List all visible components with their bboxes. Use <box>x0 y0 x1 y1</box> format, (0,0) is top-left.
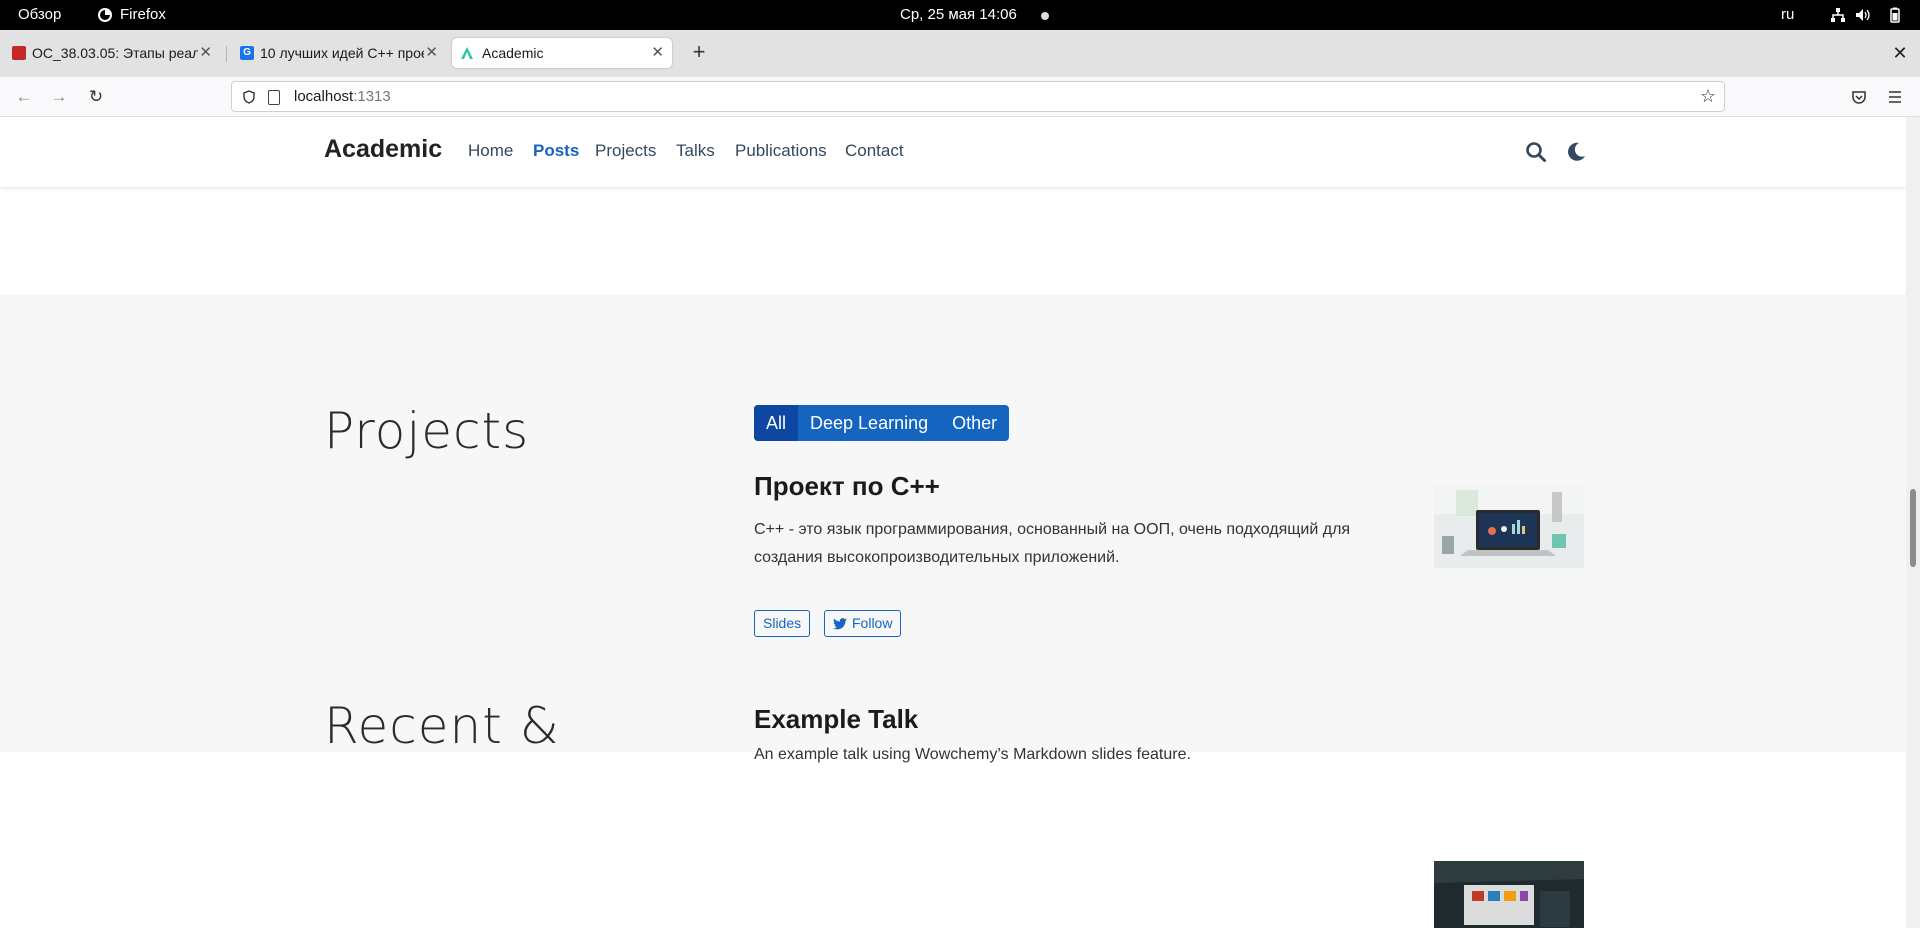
close-window-button[interactable]: ✕ <box>1890 38 1910 68</box>
tab-favicon-icon: G <box>240 46 254 60</box>
close-tab-icon[interactable]: ✕ <box>425 38 438 68</box>
menu-contact[interactable]: Contact <box>845 141 904 161</box>
url-text[interactable]: localhost:1313 <box>294 82 391 112</box>
scrollbar-thumb[interactable] <box>1910 489 1916 567</box>
bookmark-star-icon[interactable]: ☆ <box>1700 86 1716 107</box>
menu-publications[interactable]: Publications <box>735 141 827 161</box>
filter-all-button[interactable]: All <box>754 405 799 441</box>
page-info-icon[interactable] <box>268 90 280 105</box>
menu-home[interactable]: Home <box>468 141 513 161</box>
talk-description: An example talk using Wowchemy’s Markdow… <box>754 746 1191 763</box>
clock[interactable]: Ср, 25 мая 14:06 <box>900 0 1017 30</box>
notification-dot <box>1041 12 1049 20</box>
follow-button[interactable]: Follow <box>824 610 902 637</box>
projects-heading: Projects <box>324 402 530 460</box>
slides-button[interactable]: Slides <box>754 610 811 637</box>
project-title[interactable]: Проект по C++ <box>754 471 940 502</box>
project-description-line1: C++ - это язык программирования, основан… <box>754 521 1351 538</box>
twitter-icon <box>833 618 847 630</box>
menu-talks[interactable]: Talks <box>676 141 715 161</box>
project-filter-group: All Deep Learning Other <box>754 405 1010 441</box>
tab-academic[interactable]: Academic ✕ <box>452 38 672 68</box>
back-button[interactable]: ← <box>10 83 38 111</box>
forward-button[interactable]: → <box>45 83 73 111</box>
tab-title: 10 лучших идей C++ прое <box>260 45 424 61</box>
project-description-line2: создания высокопроизводительных приложен… <box>754 549 1120 566</box>
menu-projects[interactable]: Projects <box>595 141 656 161</box>
tab-title: ОС_38.03.05: Этапы реал <box>32 45 198 61</box>
project-thumbnail-image[interactable] <box>1434 484 1584 568</box>
filter-other-button[interactable]: Other <box>940 405 1009 441</box>
talk-thumbnail-image[interactable] <box>1434 861 1584 928</box>
firefox-icon <box>98 8 112 22</box>
close-tab-icon[interactable]: ✕ <box>651 38 664 68</box>
tab-cpp-ideas[interactable]: G 10 лучших идей C++ прое ✕ <box>228 38 446 68</box>
dark-mode-moon-icon[interactable] <box>1565 141 1587 163</box>
volume-icon[interactable] <box>1855 7 1871 23</box>
talk-title[interactable]: Example Talk <box>754 704 918 735</box>
app-name: Firefox <box>120 6 166 23</box>
tab-title: Academic <box>482 45 544 61</box>
menu-posts[interactable]: Posts <box>533 141 579 161</box>
filter-deep-learning-button[interactable]: Deep Learning <box>798 405 940 441</box>
tracking-shield-icon[interactable] <box>242 90 256 104</box>
tab-separator <box>226 46 227 62</box>
page-scrollbar[interactable] <box>1906 117 1920 928</box>
menu-hamburger-icon[interactable] <box>1887 89 1903 105</box>
talks-heading: Recent & <box>324 697 560 755</box>
tab-course[interactable]: ОС_38.03.05: Этапы реал ✕ <box>0 38 220 68</box>
activities-button[interactable]: Обзор <box>18 0 61 30</box>
tab-favicon-icon <box>12 46 26 60</box>
navigation-toolbar: ← → ↻ localhost:1313 ☆ <box>0 77 1920 117</box>
site-navbar: Academic Home Posts Projects Talks Publi… <box>0 117 1906 187</box>
follow-label: Follow <box>852 615 893 631</box>
language-indicator[interactable]: ru <box>1781 0 1794 30</box>
close-tab-icon[interactable]: ✕ <box>199 38 212 68</box>
new-tab-button[interactable]: + <box>684 38 714 68</box>
pocket-icon[interactable] <box>1851 89 1867 105</box>
network-icon[interactable] <box>1830 7 1846 23</box>
site-brand[interactable]: Academic <box>324 135 442 164</box>
address-bar[interactable]: localhost:1313 ☆ <box>231 81 1725 112</box>
reload-button[interactable]: ↻ <box>82 83 110 111</box>
academic-favicon-icon <box>461 47 473 59</box>
tab-strip: ОС_38.03.05: Этапы реал ✕ G 10 лучших ид… <box>0 30 1920 77</box>
battery-icon[interactable] <box>1887 7 1903 23</box>
system-top-bar: Обзор Firefox Ср, 25 мая 14:06 ru <box>0 0 1920 30</box>
search-icon[interactable] <box>1525 141 1547 163</box>
page-viewport: Academic Home Posts Projects Talks Publi… <box>0 117 1906 928</box>
projects-section: Projects All Deep Learning Other Проект … <box>0 294 1906 752</box>
